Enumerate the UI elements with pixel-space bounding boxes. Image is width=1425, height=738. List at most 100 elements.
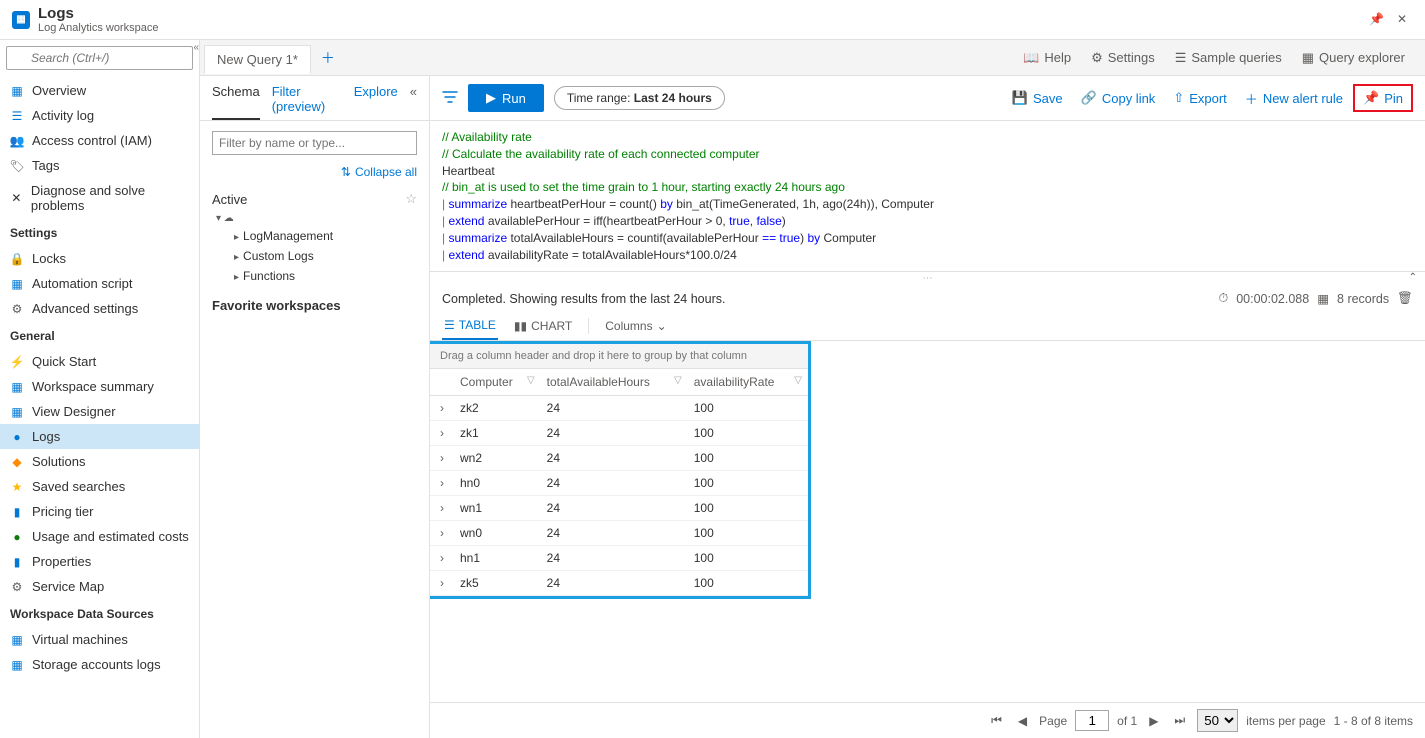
splitter-handle[interactable]: ⋯⌃ <box>430 272 1425 285</box>
nav-item-viewdesigner[interactable]: ▦View Designer <box>0 399 199 424</box>
column-header-availabilityRate[interactable]: availabilityRate▽ <box>688 369 808 396</box>
nav-item-lock[interactable]: 🔒Locks <box>0 246 199 271</box>
expand-row-icon[interactable]: › <box>430 421 454 446</box>
expand-row-icon[interactable]: › <box>430 471 454 496</box>
schema-tab-schema[interactable]: Schema <box>212 84 260 120</box>
page-title: Logs <box>38 5 1369 22</box>
pin-window-icon[interactable]: 📌 <box>1369 12 1385 28</box>
filter-icon[interactable]: ▽ <box>527 375 535 386</box>
add-tab-button[interactable]: ＋ <box>311 42 345 74</box>
save-button[interactable]: 💾Save <box>1004 84 1071 112</box>
schema-tab-filter[interactable]: Filter (preview) <box>272 84 342 120</box>
nav-item-advanced[interactable]: ⚙Advanced settings <box>0 296 199 321</box>
table-row[interactable]: ›zk224100 <box>430 396 808 421</box>
table-row[interactable]: ›zk524100 <box>430 571 808 596</box>
time-range-picker[interactable]: Time range: Last 24 hours <box>554 86 725 110</box>
nav-item-access[interactable]: 👥Access control (IAM) <box>0 128 199 153</box>
toolbar-explorer[interactable]: ▦Query explorer <box>1294 46 1413 70</box>
nav-item-automation[interactable]: ▦Automation script <box>0 271 199 296</box>
column-header-totalAvailableHours[interactable]: totalAvailableHours▽ <box>541 369 688 396</box>
collapse-all-button[interactable]: ⇅ Collapse all <box>200 161 429 183</box>
wssummary-icon: ▦ <box>10 380 24 394</box>
nav-item-vms[interactable]: ▦Virtual machines <box>0 627 199 652</box>
nav-label: Locks <box>32 251 66 266</box>
expand-row-icon[interactable]: › <box>430 571 454 596</box>
storage-icon: ▦ <box>10 658 24 672</box>
nav-item-wssummary[interactable]: ▦Workspace summary <box>0 374 199 399</box>
newalert-button[interactable]: ＋New alert rule <box>1237 84 1351 112</box>
result-tab-chart[interactable]: ▮▮CHART <box>512 313 574 339</box>
toolbar-help[interactable]: 📖Help <box>1015 46 1079 70</box>
table-row[interactable]: ›hn024100 <box>430 471 808 496</box>
nav-item-overview[interactable]: ▦Overview <box>0 78 199 103</box>
run-button[interactable]: ▶ Run <box>468 84 544 112</box>
expand-row-icon[interactable]: › <box>430 546 454 571</box>
schema-filter-input[interactable] <box>212 131 417 155</box>
nav-item-saved[interactable]: ★Saved searches <box>0 474 199 499</box>
tree-active-header[interactable]: Active ☆ <box>212 187 417 211</box>
nav-item-properties[interactable]: ▮Properties <box>0 549 199 574</box>
result-tabs: ☰TABLE ▮▮CHART Columns ⌄ <box>430 312 1425 341</box>
export-button[interactable]: ⇧Export <box>1165 84 1234 112</box>
filter-icon[interactable]: ▽ <box>674 375 682 386</box>
filter-icon[interactable]: ▽ <box>794 375 802 386</box>
workspace-node[interactable]: ▾ ☁ <box>216 211 417 226</box>
pager-first[interactable]: ⏮ <box>987 711 1006 730</box>
nav-item-solutions[interactable]: ◆Solutions <box>0 449 199 474</box>
query-editor[interactable]: // Availability rate// Calculate the ava… <box>430 121 1425 272</box>
table-row[interactable]: ›wn024100 <box>430 521 808 546</box>
nav-label: Activity log <box>32 108 94 123</box>
nav-item-logs[interactable]: ●Logs <box>0 424 199 449</box>
nav-item-usage[interactable]: ●Usage and estimated costs <box>0 524 199 549</box>
page-input[interactable] <box>1075 710 1109 731</box>
nav-item-quickstart[interactable]: ⚡Quick Start <box>0 349 199 374</box>
nav-item-servicemap[interactable]: ⚙Service Map <box>0 574 199 599</box>
table-row[interactable]: ›wn124100 <box>430 496 808 521</box>
toolbar-samples[interactable]: ☰Sample queries <box>1167 46 1290 70</box>
nav-item-storage[interactable]: ▦Storage accounts logs <box>0 652 199 677</box>
tree-node-functions[interactable]: Functions <box>216 266 417 286</box>
nav-item-tags[interactable]: 🏷Tags <box>0 153 199 178</box>
result-tab-table[interactable]: ☰TABLE <box>442 312 498 340</box>
tree-node-customlogs[interactable]: Custom Logs <box>216 246 417 266</box>
expand-row-icon[interactable]: › <box>430 521 454 546</box>
collapse-schema-icon[interactable]: « <box>410 84 417 120</box>
pager-prev[interactable]: ◀ <box>1014 712 1031 730</box>
cell-Computer: wn1 <box>454 496 541 521</box>
expand-row-icon[interactable]: › <box>430 396 454 421</box>
items-per-page-label: items per page <box>1246 714 1325 728</box>
action-label: New alert rule <box>1263 91 1343 106</box>
query-tab[interactable]: New Query 1* <box>204 45 311 74</box>
saved-icon: ★ <box>10 480 24 494</box>
chart-icon: ▮▮ <box>514 319 527 333</box>
results-table: Computer▽totalAvailableHours▽availabilit… <box>430 369 808 596</box>
nav-item-activity[interactable]: ☰Activity log <box>0 103 199 128</box>
cell-totalAvailableHours: 24 <box>541 471 688 496</box>
delete-icon[interactable]: 🗑 <box>1397 291 1413 306</box>
tree-node-logmanagement[interactable]: LogManagement <box>216 226 417 246</box>
columns-dropdown[interactable]: Columns ⌄ <box>603 313 668 339</box>
sidebar-search-input[interactable] <box>6 46 193 70</box>
nav-item-diagnose[interactable]: ✕Diagnose and solve problems <box>0 178 199 218</box>
table-row[interactable]: ›zk124100 <box>430 421 808 446</box>
toolbar-settings[interactable]: ⚙Settings <box>1083 46 1163 70</box>
pin-button[interactable]: 📌Pin <box>1353 84 1413 112</box>
column-header-Computer[interactable]: Computer▽ <box>454 369 541 396</box>
schema-tab-explore[interactable]: Explore <box>354 84 398 120</box>
close-window-icon[interactable]: ✕ <box>1397 12 1413 28</box>
filter-toggle-icon[interactable] <box>442 89 458 108</box>
expand-row-icon[interactable]: › <box>430 446 454 471</box>
copylink-button[interactable]: 🔗Copy link <box>1073 84 1164 112</box>
nav-label: Overview <box>32 83 86 98</box>
page-size-select[interactable]: 50 <box>1197 709 1238 732</box>
table-row[interactable]: ›hn124100 <box>430 546 808 571</box>
nav-item-pricing[interactable]: ▮Pricing tier <box>0 499 199 524</box>
cell-Computer: wn2 <box>454 446 541 471</box>
pager-last[interactable]: ⏭ <box>1170 711 1189 730</box>
star-icon[interactable]: ☆ <box>405 191 417 207</box>
table-row[interactable]: ›wn224100 <box>430 446 808 471</box>
expand-row-icon[interactable]: › <box>430 496 454 521</box>
expand-results-icon[interactable]: ⌃ <box>1409 272 1417 283</box>
pager-next[interactable]: ▶ <box>1145 712 1162 730</box>
collapse-sidebar-icon[interactable]: « <box>193 42 199 53</box>
